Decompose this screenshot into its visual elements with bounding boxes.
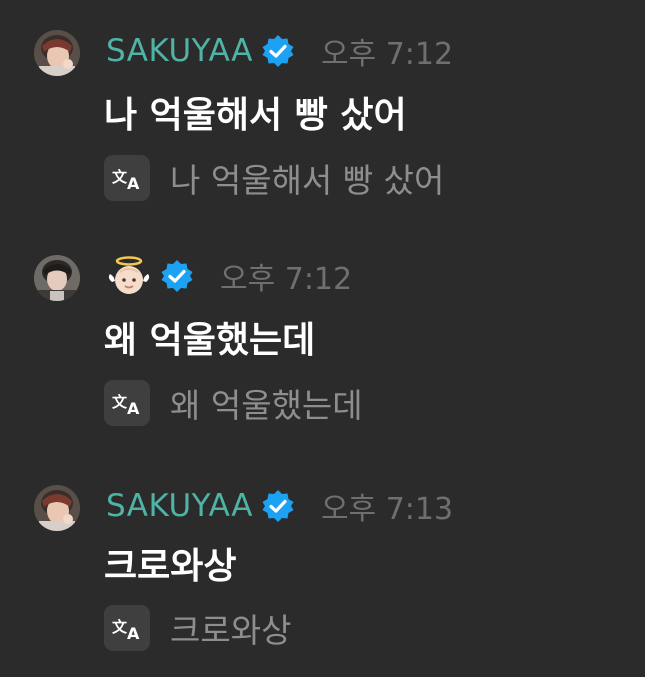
message-item: SAKUYAA 오후 7:13 크로와상 文 A 크로와상 [0, 455, 645, 677]
translate-icon[interactable]: 文 A [104, 380, 150, 426]
svg-text:A: A [127, 174, 140, 192]
translation-row: 文 A 나 억울해서 빵 샀어 [104, 155, 444, 201]
svg-text:文: 文 [112, 168, 128, 186]
message-text: 크로와상 [104, 546, 237, 587]
translated-text: 크로와상 [170, 611, 292, 650]
username[interactable]: SAKUYAA [106, 33, 253, 69]
translated-text: 왜 억울했는데 [170, 386, 363, 425]
message-text: 나 억울해서 빵 샀어 [104, 95, 407, 136]
translation-row: 文 A 왜 억울했는데 [104, 380, 363, 426]
svg-text:A: A [127, 399, 140, 417]
verified-badge-icon [261, 34, 295, 68]
svg-text:A: A [127, 624, 140, 642]
verified-badge-icon [160, 259, 194, 293]
avatar[interactable] [34, 485, 80, 531]
timestamp: 오후 7:13 [320, 492, 454, 527]
baby-angel-emoji-icon[interactable] [106, 256, 152, 296]
avatar[interactable] [34, 255, 80, 301]
avatar[interactable] [34, 30, 80, 76]
username[interactable]: SAKUYAA [106, 488, 253, 524]
translated-text: 나 억울해서 빵 샀어 [170, 161, 445, 200]
svg-text:文: 文 [112, 393, 128, 411]
translation-row: 文 A 크로와상 [104, 605, 291, 651]
translate-icon[interactable]: 文 A [104, 605, 150, 651]
verified-badge-icon [261, 489, 295, 523]
svg-text:文: 文 [112, 618, 128, 636]
message-item: SAKUYAA 오후 7:12 나 억울해서 빵 샀어 文 A 나 억울해서 빵… [0, 0, 645, 220]
message-text: 왜 억울했는데 [104, 320, 316, 361]
translate-icon[interactable]: 文 A [104, 155, 150, 201]
timestamp: 오후 7:12 [320, 37, 454, 72]
message-item: 오후 7:12 왜 억울했는데 文 A 왜 억울했는데 [0, 225, 645, 445]
timestamp: 오후 7:12 [220, 262, 353, 297]
chat-feed: SAKUYAA 오후 7:12 나 억울해서 빵 샀어 文 A 나 억울해서 빵… [0, 0, 645, 677]
